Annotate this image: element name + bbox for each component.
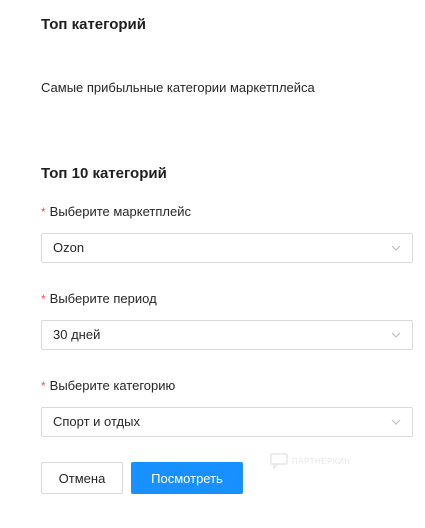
- category-label-text: Выберите категорию: [49, 378, 176, 393]
- page-subtitle: Самые прибыльные категории маркетплейса: [41, 80, 315, 95]
- period-label-text: Выберите период: [49, 291, 157, 306]
- cancel-button[interactable]: Отмена: [41, 462, 123, 494]
- chevron-down-icon: [391, 245, 401, 251]
- period-select-value: 30 дней: [53, 327, 101, 342]
- chevron-down-icon: [391, 332, 401, 338]
- chat-bubble-icon: [270, 453, 288, 469]
- required-mark: *: [41, 292, 46, 306]
- marketplace-select[interactable]: Ozon: [41, 233, 413, 263]
- marketplace-select-value: Ozon: [53, 240, 85, 255]
- watermark: ПАРТНЕРКИН: [270, 453, 351, 469]
- period-label: * Выберите период: [41, 291, 157, 306]
- section-title: Топ 10 категорий: [41, 165, 167, 182]
- category-select[interactable]: Спорт и отдых: [41, 407, 413, 437]
- page-title: Топ категорий: [41, 16, 146, 33]
- chevron-down-icon: [391, 419, 401, 425]
- period-select[interactable]: 30 дней: [41, 320, 413, 350]
- category-select-value: Спорт и отдых: [53, 414, 140, 429]
- category-label: * Выберите категорию: [41, 378, 175, 393]
- marketplace-label-text: Выберите маркетплейс: [49, 204, 191, 219]
- submit-button[interactable]: Посмотреть: [131, 462, 243, 494]
- watermark-text: ПАРТНЕРКИН: [292, 456, 351, 466]
- required-mark: *: [41, 379, 46, 393]
- marketplace-label: * Выберите маркетплейс: [41, 204, 191, 219]
- required-mark: *: [41, 205, 46, 219]
